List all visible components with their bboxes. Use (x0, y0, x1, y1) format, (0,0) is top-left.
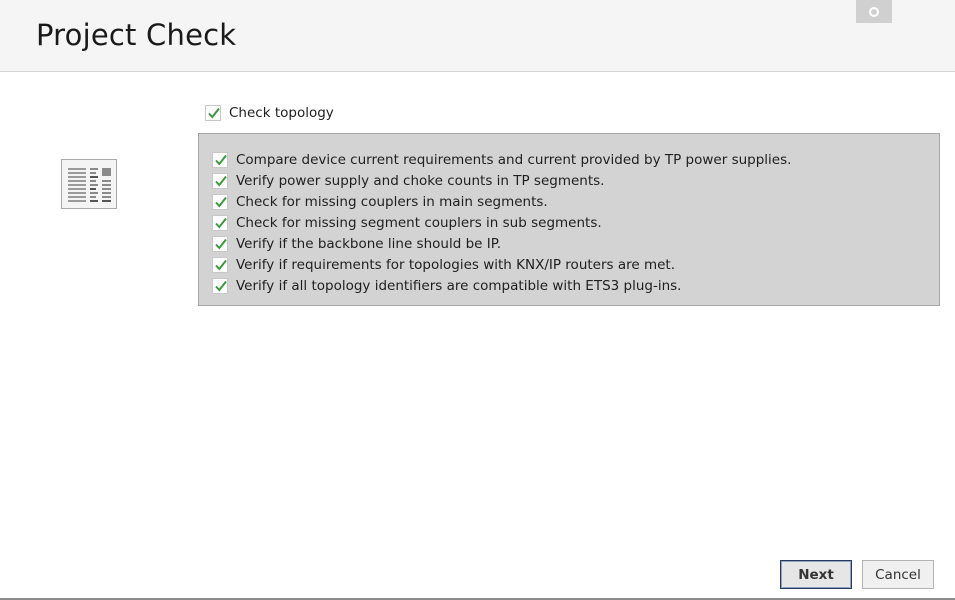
topology-check-checkbox[interactable] (212, 193, 228, 210)
cancel-button[interactable]: Cancel (862, 560, 934, 589)
project-check-window: Project Check Check topology Compare dev… (0, 0, 955, 600)
checkmark-icon (215, 238, 227, 250)
page-title: Project Check (36, 18, 237, 52)
checkmark-icon (215, 196, 227, 208)
topology-check-item[interactable]: Verify if the backbone line should be IP… (212, 233, 791, 254)
topology-checks-panel: Compare device current requirements and … (198, 133, 940, 306)
topology-check-checkbox[interactable] (212, 172, 228, 189)
checkmark-icon (215, 259, 227, 271)
topology-check-label: Check for missing couplers in main segme… (236, 193, 548, 210)
topology-check-checkbox[interactable] (212, 256, 228, 273)
topology-check-checkbox[interactable] (212, 235, 228, 252)
checkmark-icon (208, 107, 220, 119)
check-topology-row[interactable]: Check topology (205, 103, 334, 123)
check-topology-label: Check topology (229, 105, 334, 121)
topology-check-label: Verify power supply and choke counts in … (236, 172, 605, 189)
top-options-button[interactable] (856, 0, 892, 23)
topology-check-item[interactable]: Compare device current requirements and … (212, 149, 791, 170)
topology-check-checkbox[interactable] (212, 214, 228, 231)
checkmark-icon (215, 217, 227, 229)
topology-check-item[interactable]: Verify if requirements for topologies wi… (212, 254, 791, 275)
topology-checks-list: Compare device current requirements and … (212, 149, 791, 296)
checkmark-icon (215, 280, 227, 292)
topology-check-item[interactable]: Verify if all topology identifiers are c… (212, 275, 791, 296)
check-topology-checkbox[interactable] (205, 105, 221, 121)
topology-check-label: Verify if all topology identifiers are c… (236, 277, 682, 294)
settings-circle-icon (869, 6, 879, 17)
checkmark-icon (215, 154, 227, 166)
header-bar: Project Check (0, 0, 955, 72)
checkmark-icon (215, 175, 227, 187)
topology-check-label: Verify if the backbone line should be IP… (236, 235, 502, 252)
topology-check-label: Verify if requirements for topologies wi… (236, 256, 676, 273)
topology-check-item[interactable]: Verify power supply and choke counts in … (212, 170, 791, 191)
topology-check-item[interactable]: Check for missing couplers in main segme… (212, 191, 791, 212)
topology-check-item[interactable]: Check for missing segment couplers in su… (212, 212, 791, 233)
topology-check-checkbox[interactable] (212, 277, 228, 294)
topology-check-label: Compare device current requirements and … (236, 151, 792, 168)
topology-check-checkbox[interactable] (212, 151, 228, 168)
report-document-icon (61, 159, 117, 209)
topology-check-label: Check for missing segment couplers in su… (236, 214, 602, 231)
next-button[interactable]: Next (780, 560, 852, 589)
